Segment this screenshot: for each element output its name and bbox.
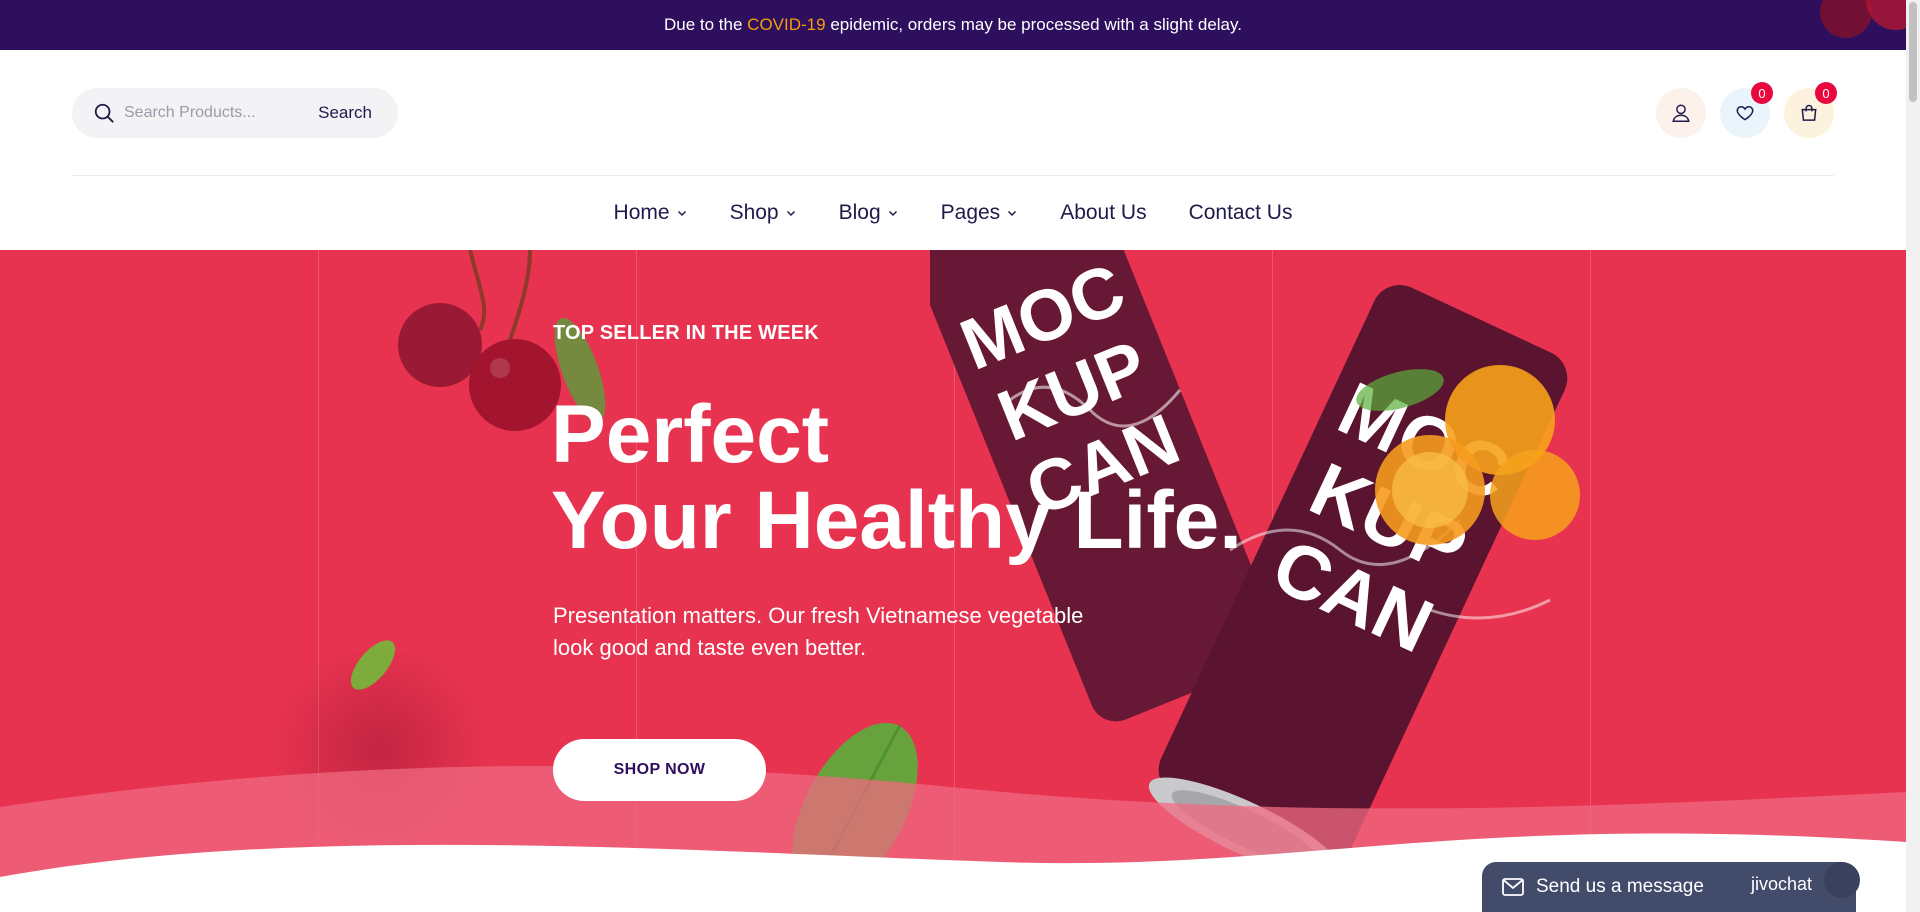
cart-count-badge: 0: [1815, 82, 1837, 104]
nav-item-about-us[interactable]: About Us: [1060, 201, 1146, 225]
user-icon: [1672, 104, 1690, 122]
account-button[interactable]: [1656, 88, 1706, 138]
hero-title-line2: Your Healthy Life.: [551, 475, 1243, 566]
leaf-image: [350, 640, 396, 690]
announcement-bar: Due to the COVID-19 epidemic, orders may…: [0, 0, 1906, 50]
nav-item-label: About Us: [1060, 201, 1147, 224]
chat-label: Send us a message: [1536, 876, 1704, 897]
hero-description: Presentation matters. Our fresh Vietname…: [553, 603, 1084, 660]
chevron-down-icon: [887, 207, 899, 219]
chat-widget[interactable]: Send us a message jivochat: [1482, 862, 1860, 912]
nav-item-label: Pages: [940, 201, 1001, 224]
shopping-bag-icon: [1801, 104, 1817, 121]
cart-button[interactable]: 0: [1784, 82, 1837, 138]
nav-item-label: Home: [613, 201, 670, 224]
hero-banner: MOC KUP CAN MOC KUP CAN TOP SELLER IN TH…: [0, 250, 1906, 912]
nav-item-label: Blog: [838, 201, 881, 224]
search-bar: Search: [72, 88, 398, 138]
announcement-highlight: COVID-19: [747, 15, 826, 34]
chevron-down-icon: [676, 207, 688, 219]
oranges-image: [1356, 365, 1580, 545]
shop-now-button[interactable]: SHOP NOW: [553, 739, 766, 801]
nav-item-blog[interactable]: Blog: [839, 201, 899, 225]
nav-item-pages[interactable]: Pages: [941, 201, 1019, 225]
nav-item-home[interactable]: Home: [614, 201, 688, 225]
header-actions: 0 0: [1656, 82, 1837, 138]
nav-item-shop[interactable]: Shop: [730, 201, 797, 225]
nav-item-label: Contact Us: [1188, 201, 1293, 224]
announcement-text: Due to the COVID-19 epidemic, orders may…: [664, 15, 1242, 35]
heart-icon: [1736, 105, 1754, 121]
hero-subtitle: TOP SELLER IN THE WEEK: [553, 322, 819, 344]
page-scrollbar[interactable]: [1906, 0, 1920, 912]
hero-title-line1: Perfect: [551, 389, 830, 480]
main-navigation: Home Shop Blog Pages About Us Contact Us: [0, 176, 1906, 250]
chat-corner-decoration: [1824, 862, 1860, 898]
chevron-down-icon: [785, 207, 797, 219]
chevron-down-icon: [1006, 207, 1018, 219]
wishlist-button[interactable]: 0: [1720, 82, 1773, 138]
site-header: Search 0 0 Home Shop Blog Pages: [0, 50, 1906, 250]
search-icon[interactable]: [92, 101, 116, 125]
scrollbar-thumb[interactable]: [1909, 2, 1917, 102]
search-button[interactable]: Search: [318, 88, 372, 138]
chat-brand-logo: jivochat: [1750, 874, 1812, 894]
hero-title: Perfect Your Healthy Life.: [551, 392, 1242, 564]
nav-item-label: Shop: [729, 201, 779, 224]
announcement-suffix: epidemic, orders may be processed with a…: [825, 15, 1242, 34]
mail-icon: [1502, 878, 1524, 896]
announcement-prefix: Due to the: [664, 15, 748, 34]
wishlist-count-badge: 0: [1751, 82, 1773, 104]
cherry-decoration: [1820, 0, 1906, 38]
nav-item-contact-us[interactable]: Contact Us: [1189, 201, 1293, 225]
search-input[interactable]: [124, 104, 314, 122]
